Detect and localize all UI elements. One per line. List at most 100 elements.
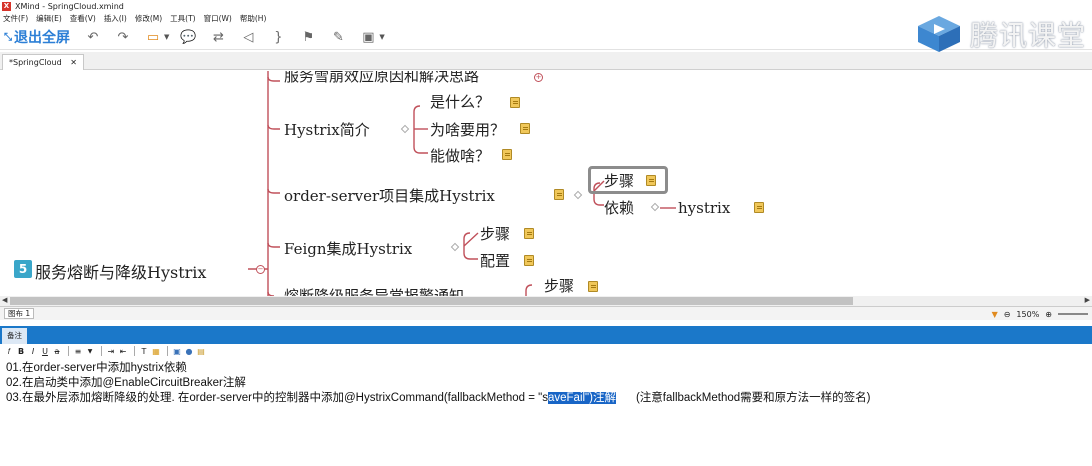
note-icon[interactable] — [524, 255, 534, 266]
menu-insert[interactable]: 插入(I) — [104, 13, 127, 24]
summary-icon[interactable]: } — [269, 29, 287, 45]
exit-fullscreen-button[interactable]: ⤡ 退出全屏 — [4, 27, 70, 47]
note-icon[interactable] — [588, 281, 598, 292]
strikethrough-icon[interactable]: a — [52, 346, 62, 356]
notes-toolbar: 𝑓 B I U a ≡ ▼ ⇥ ⇤ T ▦ ▣ ● ▤ — [0, 344, 1092, 358]
topic-can-do[interactable]: 能做啥？ — [430, 145, 490, 166]
insert-image-icon[interactable]: ▣ — [172, 346, 182, 356]
fullscreen-arrows-icon: ⤡ — [4, 31, 12, 43]
image-icon[interactable]: ▣ — [359, 29, 377, 45]
zoom-out-icon[interactable]: ⊖ — [1004, 310, 1011, 319]
callout-icon[interactable]: 💬 — [179, 29, 197, 45]
topic-icon[interactable]: ▭ — [144, 29, 162, 45]
note-line-3: 03.在最外层添加熔断降级的处理. 在order-server中的控制器中添加@… — [6, 391, 1086, 406]
filter-icon[interactable]: ▼ — [992, 310, 998, 319]
zoom-slider[interactable] — [1058, 313, 1088, 315]
underline-icon[interactable]: U — [40, 346, 50, 356]
topic-feign[interactable]: Feign集成Hystrix — [284, 238, 412, 259]
topic-order-server[interactable]: order-server项目集成Hystrix — [284, 185, 495, 206]
toolbar-divider — [68, 346, 69, 356]
note-icon[interactable]: ▤ — [196, 346, 206, 356]
note-icon[interactable] — [554, 189, 564, 200]
redo-icon[interactable]: ↷ — [114, 29, 132, 45]
horizontal-scrollbar[interactable]: ◀ ▶ — [0, 296, 1092, 306]
note-icon[interactable] — [646, 175, 656, 186]
note-line-3-remark: (注意fallbackMethod需要和原方法一样的签名) — [635, 392, 871, 404]
scroll-right-icon[interactable]: ▶ — [1085, 296, 1090, 304]
title-bar: X XMind - SpringCloud.xmind — [0, 0, 1092, 12]
boundary-icon[interactable]: ◁ — [239, 29, 257, 45]
xmind-logo-icon: X — [2, 1, 11, 11]
watermark-text: 腾讯课堂 — [969, 19, 1086, 52]
tab-springcloud[interactable]: *SpringCloud ✕ — [2, 54, 84, 70]
tab-label: *SpringCloud — [9, 58, 62, 67]
menu-tools[interactable]: 工具(T) — [170, 13, 195, 24]
chevron-down-icon[interactable]: ▼ — [379, 33, 384, 41]
notes-panel-header: 备注 — [0, 326, 1092, 344]
topic-what[interactable]: 是什么？ — [430, 91, 490, 112]
undo-icon[interactable]: ↶ — [84, 29, 102, 45]
topic-alarm-steps[interactable]: 步骤 — [544, 275, 574, 296]
relationship-icon[interactable]: ⇄ — [209, 29, 227, 45]
note-line-1: 01.在order-server中添加hystrix依赖 — [6, 362, 187, 374]
text-color-icon[interactable]: T — [139, 346, 149, 356]
note-icon[interactable]: ✎ — [329, 29, 347, 45]
notes-editor[interactable]: 01.在order-server中添加hystrix依赖 02.在启动类中添加@… — [6, 361, 1086, 406]
menu-modify[interactable]: 修改(M) — [135, 13, 162, 24]
exit-fullscreen-label: 退出全屏 — [14, 30, 70, 46]
italic-icon[interactable]: I — [28, 346, 38, 356]
note-icon[interactable] — [754, 202, 764, 213]
sheet-tab[interactable]: 图布 1 — [4, 308, 35, 319]
note-icon[interactable] — [524, 228, 534, 239]
note-line-3-text: 03.在最外层添加熔断降级的处理. 在order-server中的控制器中添加@… — [6, 392, 548, 404]
zoom-level: 150% — [1016, 309, 1040, 319]
menu-window[interactable]: 窗口(W) — [204, 13, 232, 24]
topic-hystrix-dep[interactable]: hystrix — [678, 199, 730, 217]
topic-feign-steps[interactable]: 步骤 — [480, 223, 510, 244]
align-icon[interactable]: ≡ — [73, 346, 83, 356]
zoom-in-icon[interactable]: ⊕ — [1045, 310, 1052, 319]
menu-file[interactable]: 文件(F) — [3, 13, 28, 24]
close-icon[interactable]: ✕ — [70, 58, 77, 67]
tab-notes[interactable]: 备注 — [2, 328, 27, 344]
collapse-toggle[interactable]: − — [256, 265, 265, 274]
toolbar-divider — [167, 346, 168, 356]
note-line-2: 02.在启动类中添加@EnableCircuitBreaker注解 — [6, 377, 246, 389]
menu-help[interactable]: 帮助(H) — [240, 13, 267, 24]
menu-view[interactable]: 查看(V) — [70, 13, 96, 24]
zoom-control: ▼ ⊖ 150% ⊕ — [992, 307, 1088, 321]
topic-order-deps[interactable]: 依赖 — [604, 197, 634, 218]
topic-partial-top[interactable]: 服务雪崩效应原因和解决思路 — [284, 71, 479, 86]
outdent-icon[interactable]: ⇤ — [118, 346, 128, 356]
insert-link-icon[interactable]: ● — [184, 346, 194, 356]
marker-icon[interactable]: ⚑ — [299, 29, 317, 45]
note-icon[interactable] — [510, 97, 520, 108]
topic-number-badge: 5 — [14, 260, 32, 278]
sheet-bar: 图布 1 ▼ ⊖ 150% ⊕ — [0, 306, 1092, 320]
central-topic[interactable]: 服务熔断与降级Hystrix — [35, 259, 206, 283]
menu-edit[interactable]: 编辑(E) — [36, 13, 62, 24]
collapse-toggle[interactable]: + — [534, 73, 543, 82]
scrollbar-thumb[interactable] — [10, 297, 853, 305]
mindmap-canvas[interactable]: 服务雪崩效应原因和解决思路 + Hystrix简介 是什么？ 为啥要用？ 能做啥… — [0, 71, 1092, 296]
font-icon[interactable]: 𝑓 — [4, 346, 14, 356]
indent-icon[interactable]: ⇥ — [106, 346, 116, 356]
toolbar-divider — [134, 346, 135, 356]
window-title: XMind - SpringCloud.xmind — [15, 1, 124, 11]
note-icon[interactable] — [502, 149, 512, 160]
bold-icon[interactable]: B — [16, 346, 26, 356]
topic-feign-config[interactable]: 配置 — [480, 250, 510, 271]
topic-hystrix-intro[interactable]: Hystrix简介 — [284, 119, 370, 140]
topic-order-steps[interactable]: 步骤 — [604, 170, 634, 191]
watermark: 腾讯课堂 — [914, 14, 1086, 54]
toolbar-divider — [101, 346, 102, 356]
editor-tab-bar: *SpringCloud ✕ — [0, 52, 1092, 70]
scroll-left-icon[interactable]: ◀ — [2, 296, 7, 304]
note-icon[interactable] — [520, 123, 530, 134]
tencent-classroom-logo-icon — [917, 16, 960, 52]
highlight-icon[interactable]: ▦ — [151, 346, 161, 356]
topic-partial-bottom[interactable]: 熔断降级服务异常报警通知 — [284, 285, 464, 296]
chevron-down-icon[interactable]: ▼ — [164, 33, 169, 41]
topic-why[interactable]: 为啥要用？ — [430, 119, 505, 140]
chevron-down-icon[interactable]: ▼ — [85, 346, 95, 356]
